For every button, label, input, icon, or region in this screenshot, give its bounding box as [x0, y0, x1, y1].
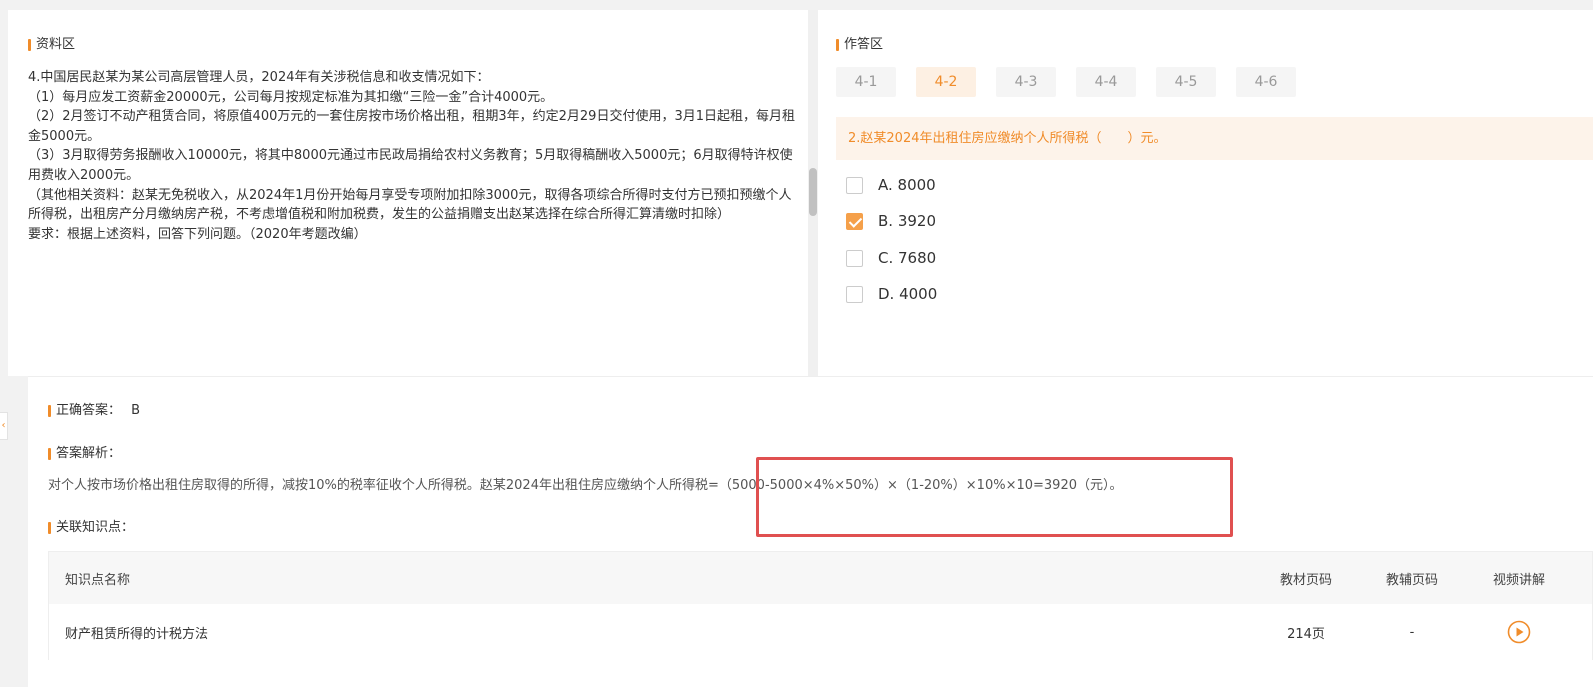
knowledge-table: 知识点名称 教材页码 教辅页码 视频讲解 财产租赁所得的计税方法 214页 -	[48, 551, 1593, 660]
chevron-left-icon[interactable]: ‹	[0, 412, 8, 440]
header-name: 知识点名称	[65, 572, 131, 588]
material-content: 4.中国居民赵某为某公司高层管理人员，2024年有关涉税信息和收支情况如下： （…	[28, 68, 798, 244]
table-header: 知识点名称 教材页码 教辅页码 视频讲解	[49, 552, 1592, 604]
option-label: A. 8000	[878, 176, 936, 194]
tab-4-6[interactable]: 4-6	[1236, 67, 1296, 97]
material-paragraph: （3）3月取得劳务报酬收入10000元，将其中8000元通过市民政局捐给农村义务…	[28, 148, 793, 183]
video-cell	[1479, 604, 1559, 660]
material-scrollbar-thumb[interactable]	[809, 168, 817, 216]
answer-section-title: 作答区	[836, 37, 883, 53]
analysis-title: 答案解析：	[48, 446, 121, 462]
option-label: C. 7680	[878, 249, 937, 267]
material-paragraph: 4.中国居民赵某为某公司高层管理人员，2024年有关涉税信息和收支情况如下：	[28, 70, 490, 85]
answer-panel: 作答区 4-1 4-2 4-3 4-4 4-5 4-6 2.赵某2024年出租住…	[818, 10, 1593, 376]
correct-answer: 正确答案： B	[48, 403, 140, 419]
option-label: D. 4000	[878, 285, 938, 303]
play-circle-icon[interactable]	[1507, 620, 1531, 644]
tab-4-3[interactable]: 4-3	[996, 67, 1056, 97]
checkbox-checked-icon[interactable]	[846, 212, 863, 230]
table-row: 财产租赁所得的计税方法 214页 -	[49, 604, 1592, 660]
header-book-page: 教材页码	[1279, 572, 1332, 588]
header-aux-page: 教辅页码	[1385, 572, 1438, 588]
question-tabs: 4-1 4-2 4-3 4-4 4-5 4-6	[836, 67, 1296, 97]
option-d[interactable]: D. 4000	[846, 285, 937, 303]
knowledge-name: 财产租赁所得的计税方法	[65, 626, 209, 642]
option-c[interactable]: C. 7680	[846, 249, 936, 267]
material-paragraph: 要求：根据上述资料，回答下列问题。（2020年考题改编）	[28, 226, 367, 242]
checkbox-unchecked-icon[interactable]	[846, 176, 863, 194]
question-stem: 2.赵某2024年出租住房应缴纳个人所得税（ ）元。	[836, 117, 1593, 160]
material-section-title: 资料区	[28, 37, 75, 53]
material-paragraph: （1）每月应发工资薪金20000元，公司每月按规定标准为其扣缴“三险一金”合计4…	[28, 89, 554, 105]
knowledge-book-page: 214页	[1287, 626, 1325, 642]
material-paragraph: （2）2月签订不动产租赁合同，将原值400万元的一套住房按市场价格出租，租期3年…	[28, 109, 795, 144]
knowledge-aux-page: -	[1409, 624, 1415, 640]
tab-4-2[interactable]: 4-2	[916, 67, 976, 97]
header-video: 视频讲解	[1492, 572, 1545, 588]
material-paragraph: （其他相关资料：赵某无免税收入，从2024年1月份开始每月享受专项附加扣除300…	[28, 187, 792, 223]
checkbox-unchecked-icon[interactable]	[846, 285, 863, 303]
correct-answer-label: 正确答案：	[56, 403, 122, 418]
correct-answer-value: B	[131, 403, 141, 418]
knowledge-title: 关联知识点：	[48, 520, 134, 536]
checkbox-unchecked-icon[interactable]	[846, 249, 863, 267]
highlight-box	[756, 457, 1233, 537]
tab-4-5[interactable]: 4-5	[1156, 67, 1216, 97]
option-label: B. 3920	[878, 212, 937, 230]
option-b[interactable]: B. 3920	[846, 212, 936, 230]
option-a[interactable]: A. 8000	[846, 176, 936, 194]
tab-4-1[interactable]: 4-1	[836, 67, 896, 97]
material-panel: 资料区 4.中国居民赵某为某公司高层管理人员，2024年有关涉税信息和收支情况如…	[8, 10, 808, 376]
result-panel: 正确答案： B 答案解析： 对个人按市场价格出租住房取得的所得，减按10%的税率…	[28, 376, 1593, 687]
tab-4-4[interactable]: 4-4	[1076, 67, 1136, 97]
